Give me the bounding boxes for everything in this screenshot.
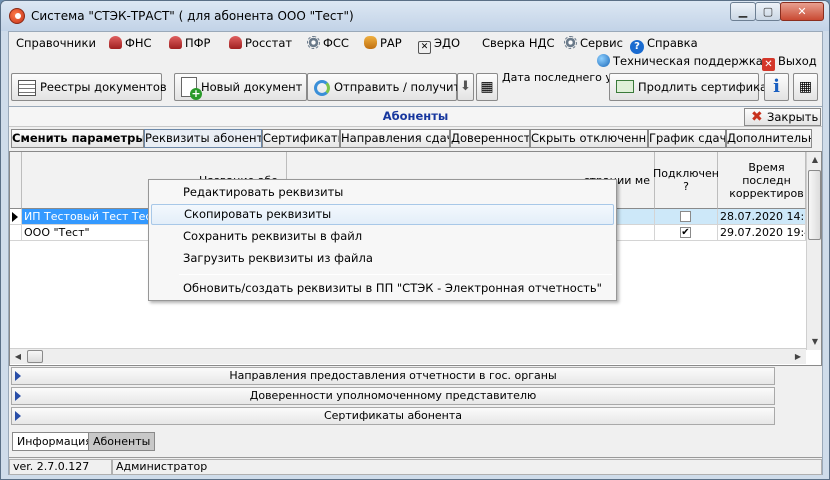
registry-calc-button[interactable]: ▦ [476, 73, 498, 101]
horizontal-scrollbar[interactable]: ◀ ▶ [10, 348, 806, 364]
row-indicator [10, 225, 22, 241]
menu-references[interactable]: Справочники [16, 34, 96, 52]
calculator-grid-icon: ▦ [798, 79, 813, 95]
horizontal-scroll-thumb[interactable] [27, 350, 43, 363]
column-header-last-edit[interactable]: Время последн корректиров [718, 152, 806, 209]
extend-certificate-button[interactable]: Продлить сертификат [609, 73, 774, 101]
window-title: Система "СТЭК-ТРАСТ" ( для абонента ООО … [31, 9, 354, 23]
action-tabs: Сменить параметры Реквизиты абонента Сер… [9, 128, 822, 150]
minimize-button[interactable]: ▁ [730, 2, 756, 21]
menu-item-load-details-from-file[interactable]: Загрузить реквизиты из файла [151, 248, 614, 269]
menu-item-update-details-in-stek[interactable]: Обновить/создать реквизиты в ПП "СТЭК - … [151, 278, 614, 299]
menu-edo[interactable]: ✕ ЭДО [418, 34, 460, 54]
cell-last-edit[interactable]: 29.07.2020 19:40 [718, 225, 806, 241]
tab-subscriber-details[interactable]: Реквизиты абонента [144, 129, 262, 148]
window-close-button[interactable]: ✕ [780, 2, 824, 21]
menu-fns[interactable]: ФНС [109, 34, 152, 52]
menu-service[interactable]: Сервис [564, 34, 623, 52]
toolbar: Реестры документов Новый документ Отправ… [9, 70, 822, 104]
scroll-left-icon[interactable]: ◀ [10, 349, 26, 365]
support-globe-icon [597, 54, 610, 67]
scroll-right-icon[interactable]: ▶ [790, 349, 806, 365]
maximize-button[interactable]: ▢ [755, 2, 781, 21]
registers-button[interactable]: Реестры документов [11, 73, 167, 101]
menu-fss[interactable]: ФСС [307, 34, 349, 52]
menu-item-copy-details[interactable]: Скопировать реквизиты [151, 204, 614, 225]
menu-bar: Справочники ФНС ПФР Росстат ФСС РАР ✕ ЭДО… [9, 32, 822, 71]
menu-separator [179, 274, 612, 275]
menu-item-save-details-to-file[interactable]: Сохранить реквизиты в файл [151, 226, 614, 247]
column-header-connected[interactable]: Подключен ? [653, 152, 719, 209]
menu-item-edit-details[interactable]: Редактировать реквизиты [151, 182, 614, 203]
section-powers-of-attorney[interactable]: Доверенности уполномоченному представите… [11, 387, 775, 405]
tab-powers-of-attorney[interactable]: Доверенности [450, 129, 530, 148]
service-gear-icon [564, 36, 577, 49]
title-bar[interactable]: Система "СТЭК-ТРАСТ" ( для абонента ООО … [1, 1, 829, 31]
menu-vat-reconciliation[interactable]: Сверка НДС [482, 34, 555, 52]
cell-connected[interactable]: ✔ [655, 225, 718, 241]
pfr-emblem-icon [169, 36, 182, 49]
tab-submission-schedule[interactable]: График сдачи [648, 129, 726, 148]
menu-rosstat[interactable]: Росстат [229, 34, 292, 52]
bottom-tab-subscribers[interactable]: Абоненты [88, 432, 156, 451]
document-list-icon [18, 80, 36, 96]
status-bar: ver. 2.7.0.127 Администратор [9, 457, 822, 475]
new-document-button[interactable]: Новый документ [174, 73, 307, 101]
close-x-icon: ✖ [751, 109, 763, 125]
fns-emblem-icon [109, 36, 122, 49]
new-document-icon [181, 77, 202, 100]
info-icon: i [773, 76, 780, 97]
scroll-up-icon[interactable]: ▲ [807, 152, 821, 168]
section-reporting-directions[interactable]: Направления предоставления отчетности в … [11, 367, 775, 385]
rar-emblem-icon [364, 36, 377, 49]
tab-additional[interactable]: Дополнительно [726, 129, 812, 148]
client-area: Справочники ФНС ПФР Росстат ФСС РАР ✕ ЭДО… [8, 31, 823, 475]
sync-icon [314, 80, 330, 96]
menu-tech-support[interactable]: Техническая поддержка [597, 52, 763, 70]
status-user: Администратор [112, 459, 822, 475]
expand-arrow-icon [15, 371, 21, 381]
expand-arrow-icon [15, 411, 21, 421]
row-indicator-header [10, 152, 22, 209]
subscribers-panel-header: Абоненты ✖ Закрыть [9, 106, 822, 127]
send-options-arrow-button[interactable]: ⬇ [457, 73, 474, 101]
cell-connected[interactable] [655, 209, 718, 225]
cell-last-edit[interactable]: 28.07.2020 14:18 [718, 209, 806, 225]
vertical-scroll-thumb[interactable] [808, 170, 821, 240]
application-window: Система "СТЭК-ТРАСТ" ( для абонента ООО … [0, 0, 830, 480]
calculator-button[interactable]: ▦ [793, 73, 818, 101]
close-panel-button[interactable]: ✖ Закрыть [744, 108, 821, 126]
tab-certificates[interactable]: Сертификаты [262, 129, 340, 148]
section-subscriber-certificates[interactable]: Сертификаты абонента [11, 407, 775, 425]
calculator-icon: ▦ [480, 79, 494, 95]
panel-title: Абоненты [382, 109, 449, 123]
subscriber-details-dropdown: Редактировать реквизиты Скопировать рекв… [148, 179, 617, 301]
row-indicator [10, 209, 22, 225]
status-version: ver. 2.7.0.127 [9, 459, 112, 475]
edo-icon: ✕ [418, 41, 431, 54]
arrow-down-icon: ⬇ [460, 79, 471, 94]
info-button[interactable]: i [764, 73, 789, 101]
tab-change-parameters[interactable]: Сменить параметры [11, 129, 144, 148]
menu-rar[interactable]: РАР [364, 34, 402, 52]
connected-checkbox[interactable]: ✔ [680, 227, 691, 238]
menu-help[interactable]: ? Справка [630, 34, 698, 54]
last-update-date-label: Дата последнего ус [502, 71, 618, 84]
expand-arrow-icon [15, 391, 21, 401]
fss-emblem-icon [307, 36, 320, 49]
scroll-down-icon[interactable]: ▼ [807, 334, 821, 350]
bottom-tab-information[interactable]: Информация [12, 432, 97, 451]
tab-hide-disconnected[interactable]: Скрыть отключенных [530, 129, 648, 148]
menu-exit[interactable]: ✕ Выход [762, 52, 817, 71]
current-row-arrow-icon [12, 212, 18, 222]
rosstat-emblem-icon [229, 36, 242, 49]
menu-pfr[interactable]: ПФР [169, 34, 210, 52]
app-logo-icon [9, 8, 25, 24]
connected-checkbox[interactable] [680, 211, 691, 222]
certificate-icon [616, 80, 634, 93]
vertical-scrollbar[interactable]: ▲ ▼ [806, 152, 821, 350]
send-receive-button[interactable]: Отправить / получить [307, 73, 467, 101]
tab-submission-directions[interactable]: Направления сдачи [340, 129, 450, 148]
